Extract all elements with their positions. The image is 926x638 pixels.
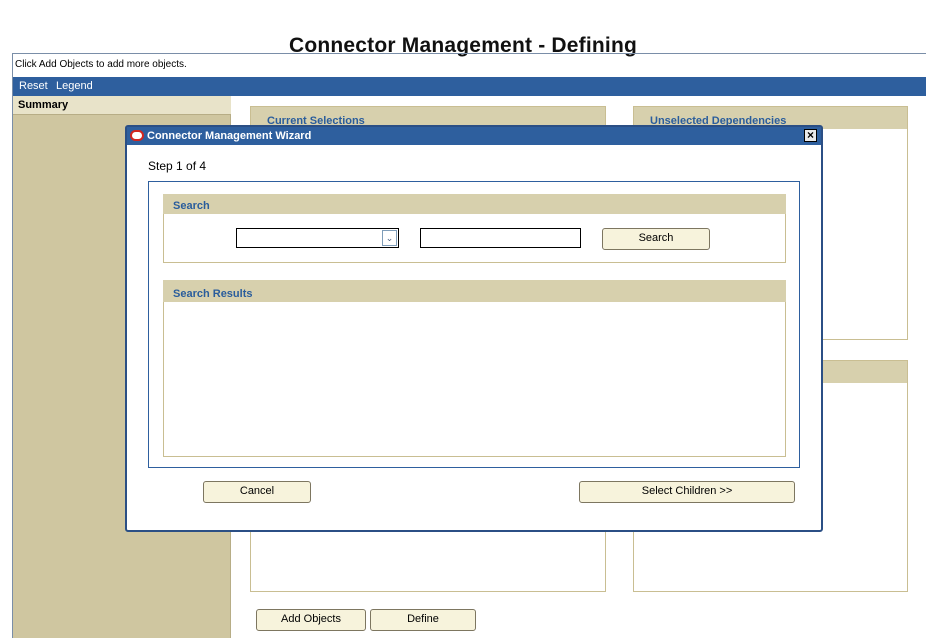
select-children-button[interactable]: Select Children >> [579, 481, 795, 503]
menu-reset[interactable]: Reset [19, 80, 48, 92]
add-objects-button[interactable]: Add Objects [256, 609, 366, 631]
search-input[interactable] [420, 228, 581, 248]
search-type-select[interactable] [236, 228, 399, 248]
define-button[interactable]: Define [370, 609, 476, 631]
search-button[interactable]: Search [602, 228, 710, 250]
cancel-button[interactable]: Cancel [203, 481, 311, 503]
step-label: Step 1 of 4 [148, 159, 207, 173]
wizard-title: Connector Management Wizard [147, 130, 312, 142]
search-results-header [163, 280, 786, 302]
hint-text: Click Add Objects to add more objects. [15, 59, 187, 70]
search-section-header [163, 194, 786, 214]
sidebar-title: Summary [18, 99, 69, 111]
menu-bar: Reset Legend [13, 77, 926, 96]
search-results-section [163, 280, 786, 457]
oracle-logo-icon [130, 130, 144, 141]
search-results-title: Search Results [173, 288, 253, 300]
search-section-title: Search [173, 200, 210, 212]
chevron-down-icon[interactable]: ⌄ [382, 230, 397, 246]
menu-legend[interactable]: Legend [56, 80, 93, 92]
close-icon[interactable]: × [804, 129, 817, 142]
